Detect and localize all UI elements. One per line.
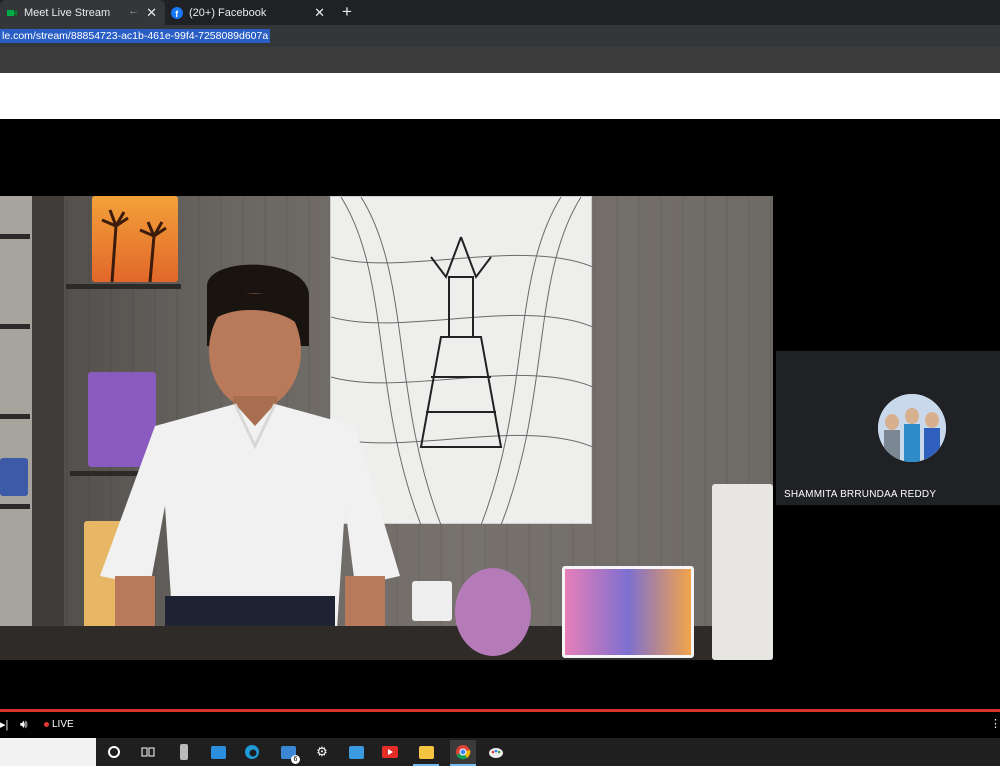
participant-name: SHAMMITA BRRUNDAA REDDY [784,489,937,500]
store-icon[interactable] [208,742,228,762]
decorative-plate [455,568,531,656]
mute-tab-icon[interactable]: ← [128,5,139,17]
edge-icon[interactable] [242,742,262,762]
live-label: LIVE [52,719,74,730]
shelf [0,234,30,239]
shelf-panel [32,196,64,660]
silhouette-painting [562,566,694,658]
paper-bag [712,484,773,660]
close-tab-icon[interactable]: ✕ [146,5,157,21]
facebook-icon: f [171,6,183,19]
skip-icon[interactable]: ▸| [0,718,8,731]
app-icon[interactable] [346,742,366,762]
tab-label: (20+) Facebook [189,6,267,19]
paint-icon[interactable] [486,742,506,762]
tab-meet-live-stream[interactable]: Meet Live Stream ← ✕ [0,0,165,25]
tab-facebook[interactable]: f (20+) Facebook ✕ [165,0,333,25]
cortana-icon[interactable] [104,742,124,762]
player-controls [0,712,1000,738]
shelf [0,324,30,329]
shelf [0,504,30,509]
close-tab-icon[interactable]: ✕ [314,5,325,21]
video-feed[interactable] [0,196,773,660]
new-tab-button[interactable]: + [342,2,352,22]
youtube-icon[interactable] [380,742,400,762]
page-header [0,73,1000,119]
power-socket [412,581,452,621]
main-stage [0,119,773,709]
chrome-icon[interactable] [450,740,476,764]
toolbar-strip [0,47,1000,73]
volume-icon[interactable]: 🔊︎ [20,717,28,732]
usb-icon[interactable] [174,742,194,762]
file-explorer-icon[interactable] [416,742,436,762]
tab-label: Meet Live Stream [24,6,111,19]
blue-box [0,458,28,496]
settings-icon[interactable]: ⚙︎ [312,742,332,762]
live-dot-icon [44,722,49,727]
address-bar[interactable]: le.com/stream/88854723-ac1b-461e-99f4-72… [0,25,1000,47]
shelf-column [0,196,32,660]
mail-badge: 6 [291,755,300,764]
settings-menu-icon[interactable]: ⋮ [990,717,1000,730]
meet-icon [6,7,18,19]
participant-avatar [878,394,946,462]
shelf [0,414,30,419]
mail-icon[interactable]: 6 [278,742,300,764]
taskbar-search[interactable] [0,738,96,766]
task-view-icon[interactable] [138,742,158,762]
student-figure [100,264,400,660]
url-text[interactable]: le.com/stream/88854723-ac1b-461e-99f4-72… [0,29,271,43]
